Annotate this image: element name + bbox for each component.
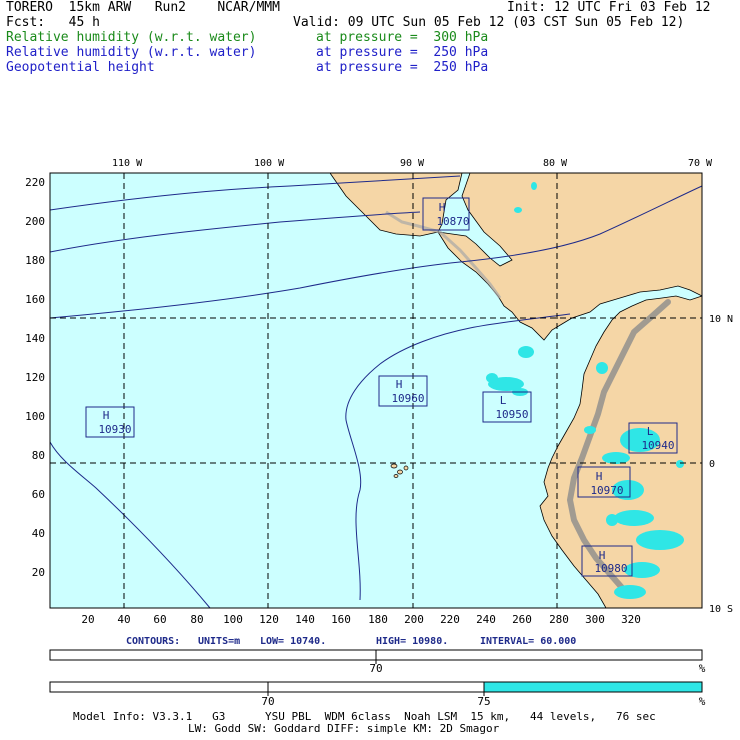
- lon-label: 100 W: [254, 158, 285, 169]
- y-tick-label: 60: [32, 488, 45, 501]
- contours-high: HIGH= 10980.: [376, 636, 448, 647]
- contours-info: CONTOURS: UNITS=m LOW= 10740. HIGH= 1098…: [126, 636, 576, 647]
- y-tick-label: 220: [25, 176, 45, 189]
- contours-low: LOW= 10740.: [260, 636, 326, 647]
- x-tick-label: 100: [223, 613, 243, 626]
- y-axis: 220 200 180 160 140 120 100 80 60 40 20: [25, 176, 45, 579]
- center-value: 10970: [590, 484, 623, 497]
- y-tick-label: 40: [32, 527, 45, 540]
- weather-map: 110 W 100 W 90 W 80 W 70 W 10 N 0 10 S 2…: [25, 158, 733, 708]
- colorbar-2-label-75: 75: [477, 695, 490, 708]
- y-tick-label: 160: [25, 293, 45, 306]
- center-value: 10950: [495, 408, 528, 421]
- y-tick-label: 20: [32, 566, 45, 579]
- x-tick-label: 240: [476, 613, 496, 626]
- center-type: H: [596, 470, 603, 483]
- y-tick-label: 80: [32, 449, 45, 462]
- y-tick-label: 100: [25, 410, 45, 423]
- center-type: L: [500, 394, 507, 407]
- lat-label: 10 S: [709, 604, 733, 615]
- x-tick-label: 320: [621, 613, 641, 626]
- x-tick-label: 260: [512, 613, 532, 626]
- y-tick-label: 180: [25, 254, 45, 267]
- colorbar-2: 70 75 %: [49, 681, 706, 708]
- model-info-line-2: LW: Godd SW: Goddard DIFF: simple KM: 2D…: [188, 722, 500, 735]
- x-tick-label: 200: [404, 613, 424, 626]
- center-type: H: [396, 378, 403, 391]
- lon-label: 70 W: [688, 158, 713, 169]
- center-type: H: [103, 409, 110, 422]
- x-tick-label: 300: [585, 613, 605, 626]
- y-tick-label: 120: [25, 371, 45, 384]
- x-tick-label: 140: [295, 613, 315, 626]
- lon-label: 90 W: [400, 158, 425, 169]
- center-value: 10940: [641, 439, 674, 452]
- center-value: 10870: [436, 215, 469, 228]
- y-tick-label: 140: [25, 332, 45, 345]
- contours-label: CONTOURS:: [126, 636, 180, 647]
- x-tick-label: 120: [259, 613, 279, 626]
- x-tick-label: 220: [440, 613, 460, 626]
- center-value: 10960: [391, 392, 424, 405]
- x-tick-label: 160: [331, 613, 351, 626]
- x-tick-label: 40: [117, 613, 130, 626]
- lon-label: 80 W: [543, 158, 568, 169]
- colorbar-2-label-70: 70: [261, 695, 274, 708]
- center-value: 10930: [98, 423, 131, 436]
- x-axis: 20 40 60 80 100 120 140 160 180 200 220 …: [81, 613, 641, 626]
- x-tick-label: 180: [368, 613, 388, 626]
- colorbar-1-unit: %: [699, 662, 706, 675]
- center-type: L: [647, 425, 654, 438]
- colorbar-1: 70 %: [49, 649, 706, 675]
- colorbar-1-label: 70: [369, 662, 382, 675]
- center-value: 10980: [594, 562, 627, 575]
- contours-units: UNITS=m: [198, 636, 240, 647]
- contours-interval: INTERVAL= 60.000: [480, 636, 576, 647]
- x-tick-label: 80: [190, 613, 203, 626]
- x-tick-label: 280: [549, 613, 569, 626]
- center-type: H: [439, 201, 446, 214]
- x-tick-label: 60: [153, 613, 166, 626]
- center-type: H: [599, 549, 606, 562]
- lat-label: 10 N: [709, 314, 733, 325]
- lat-label: 0: [709, 459, 715, 470]
- colorbar-2-unit: %: [699, 695, 706, 708]
- lon-label: 110 W: [112, 158, 143, 169]
- x-tick-label: 20: [81, 613, 94, 626]
- y-tick-label: 200: [25, 215, 45, 228]
